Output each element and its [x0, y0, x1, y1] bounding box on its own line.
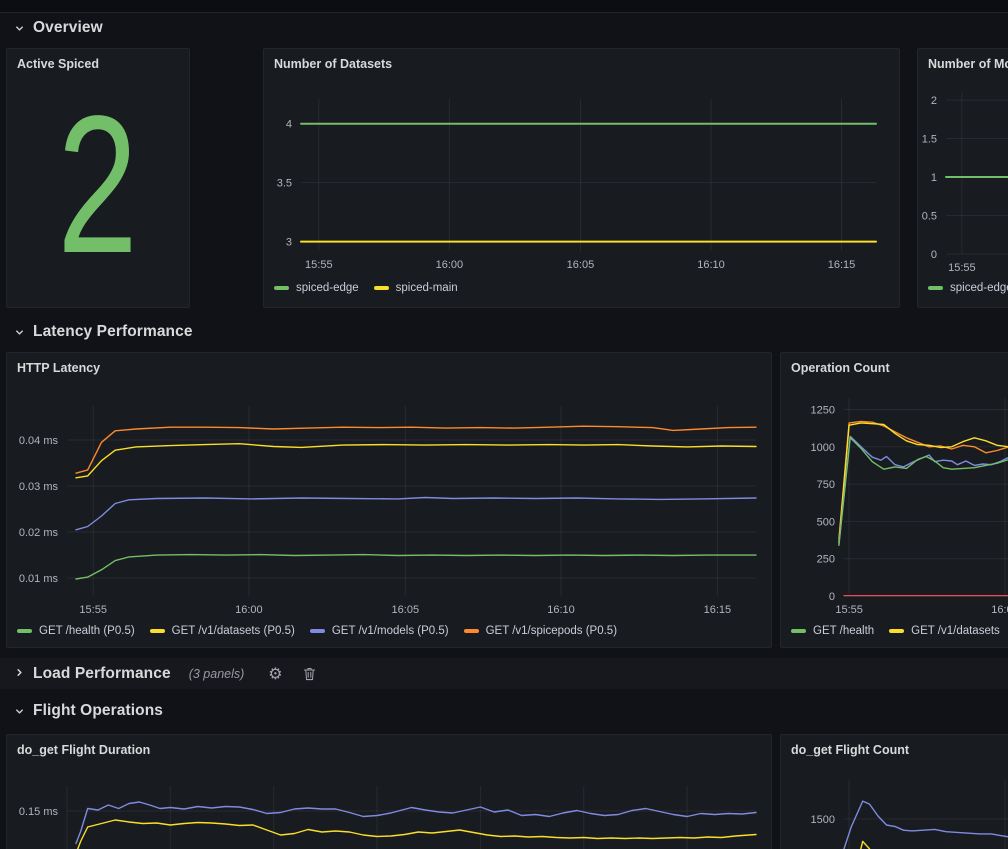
chart-http-latency[interactable]: 15:55 16:00 16:05 16:10 16:15 0.04 ms 0.03 ms 0… — [7, 353, 773, 649]
legend-swatch — [464, 629, 479, 633]
legend-swatch — [17, 629, 32, 633]
stat-value: 2 — [58, 87, 139, 283]
svg-text:0.02 ms: 0.02 ms — [19, 527, 59, 539]
section-title: Overview — [33, 19, 103, 37]
section-title: Latency Performance — [33, 323, 193, 341]
section-header-overview[interactable]: Overview — [14, 16, 103, 40]
section-title: Load Performance — [33, 665, 171, 683]
chart-legend: spiced-edge — [928, 282, 1008, 294]
panel-number-of-datasets: Number of Datasets 15:5516:0016:0516:101… — [263, 48, 900, 308]
section-header-latency-performance[interactable]: Latency Performance — [14, 320, 193, 344]
svg-text:0.04 ms: 0.04 ms — [19, 435, 59, 447]
stat-display: 2 — [7, 49, 189, 307]
legend-item[interactable]: spiced-main — [374, 282, 458, 294]
svg-text:0: 0 — [931, 249, 937, 261]
svg-text:250: 250 — [817, 554, 835, 566]
svg-text:0: 0 — [829, 591, 835, 603]
chevron-down-icon — [14, 327, 25, 338]
legend-item[interactable]: GET /health — [791, 625, 874, 637]
legend-swatch — [791, 629, 806, 633]
panel-do-get-flight-count: do_get Flight Count 1500 — [780, 734, 1008, 849]
svg-text:1500: 1500 — [811, 814, 835, 826]
svg-text:15:55: 15:55 — [305, 259, 333, 271]
chevron-down-icon — [14, 23, 25, 34]
panel-count-label: (3 panels) — [189, 667, 245, 681]
svg-text:16:15: 16:15 — [704, 604, 732, 616]
svg-text:3: 3 — [286, 237, 292, 249]
legend-swatch — [374, 286, 389, 290]
svg-text:0.5: 0.5 — [922, 211, 937, 223]
svg-text:16:00: 16:00 — [991, 604, 1008, 616]
gear-icon[interactable]: ⚙︎ — [268, 666, 282, 682]
legend-label: GET /health (P0.5) — [39, 625, 135, 637]
legend-label: spiced-main — [396, 282, 458, 294]
svg-text:16:05: 16:05 — [567, 259, 595, 271]
chart-operation-count[interactable]: 15:5516:0016:0516:10125010007505002500 — [781, 353, 1008, 649]
svg-text:16:00: 16:00 — [436, 259, 464, 271]
svg-text:0.01 ms: 0.01 ms — [19, 573, 59, 585]
svg-text:15:55: 15:55 — [835, 604, 863, 616]
chart-legend: spiced-edge spiced-main — [274, 282, 458, 294]
panel-active-spiced: Active Spiced 2 — [6, 48, 190, 308]
section-title: Flight Operations — [33, 702, 163, 720]
svg-text:16:00: 16:00 — [235, 604, 263, 616]
chart-number-of-datasets[interactable]: 15:55 16:00 16:05 16:10 16:15 4 3.5 3 — [264, 49, 901, 309]
legend-item[interactable]: GET /health (P0.5) — [17, 625, 135, 637]
chart-legend: GET /healthGET /v1/datasetsGET /v1/model… — [791, 625, 1008, 637]
svg-text:1: 1 — [931, 172, 937, 184]
legend-item[interactable]: spiced-edge — [274, 282, 359, 294]
svg-text:4: 4 — [286, 119, 292, 131]
section-header-flight-operations[interactable]: Flight Operations — [14, 699, 163, 723]
legend-label: spiced-edge — [950, 282, 1008, 294]
svg-text:15:55: 15:55 — [948, 262, 976, 274]
legend-swatch — [310, 629, 325, 633]
legend-item[interactable]: spiced-edge — [928, 282, 1008, 294]
svg-text:1.5: 1.5 — [922, 134, 937, 146]
svg-text:2: 2 — [931, 95, 937, 107]
svg-text:1000: 1000 — [811, 442, 835, 454]
svg-text:750: 750 — [817, 479, 835, 491]
grafana-dashboard: Overview Active Spiced 2 Number of Datas… — [0, 0, 1008, 849]
svg-text:0.03 ms: 0.03 ms — [19, 481, 59, 493]
svg-text:16:05: 16:05 — [392, 604, 420, 616]
svg-text:16:10: 16:10 — [697, 259, 725, 271]
chevron-right-icon — [14, 665, 25, 683]
section-header-load-performance[interactable]: Load Performance (3 panels) ⚙︎ — [0, 658, 1008, 689]
svg-text:3.5: 3.5 — [277, 178, 292, 190]
top-bar — [0, 0, 1008, 13]
legend-item[interactable]: GET /v1/models (P0.5) — [310, 625, 449, 637]
legend-label: GET /v1/models (P0.5) — [332, 625, 449, 637]
panel-number-of-models: Number of Models 15:5516:0016:0521.510.5… — [917, 48, 1008, 308]
legend-swatch — [928, 286, 943, 290]
panel-operation-count: Operation Count 15:5516:0016:0516:101250… — [780, 352, 1008, 648]
legend-swatch — [274, 286, 289, 290]
chart-do-get-flight-count[interactable]: 1500 — [781, 735, 1008, 849]
legend-label: GET /v1/spicepods (P0.5) — [486, 625, 617, 637]
legend-swatch — [889, 629, 904, 633]
trash-icon[interactable] — [303, 667, 316, 681]
legend-item[interactable]: GET /v1/spicepods (P0.5) — [464, 625, 617, 637]
svg-text:0.15 ms: 0.15 ms — [19, 806, 59, 818]
svg-text:1250: 1250 — [811, 404, 835, 416]
svg-text:16:10: 16:10 — [547, 604, 575, 616]
legend-label: GET /health — [813, 625, 874, 637]
legend-item[interactable]: GET /v1/datasets — [889, 625, 1000, 637]
legend-swatch — [150, 629, 165, 633]
chevron-down-icon — [14, 706, 25, 717]
panel-http-latency: HTTP Latency 15:5516:0016:0516:1016:150.… — [6, 352, 772, 648]
chart-legend: GET /health (P0.5) GET /v1/datasets (P0.5… — [17, 625, 617, 637]
chart-do-get-flight-duration[interactable]: 0.15 ms — [7, 735, 773, 849]
svg-text:16:15: 16:15 — [828, 259, 856, 271]
panel-do-get-flight-duration: do_get Flight Duration 0.15 ms — [6, 734, 772, 849]
legend-item[interactable]: GET /v1/datasets (P0.5) — [150, 625, 295, 637]
svg-text:15:55: 15:55 — [79, 604, 107, 616]
svg-text:500: 500 — [817, 516, 835, 528]
chart-number-of-models[interactable]: 15:5516:0016:0521.510.50 — [918, 49, 1008, 309]
legend-label: GET /v1/datasets (P0.5) — [172, 625, 295, 637]
legend-label: spiced-edge — [296, 282, 359, 294]
legend-label: GET /v1/datasets — [911, 625, 1000, 637]
